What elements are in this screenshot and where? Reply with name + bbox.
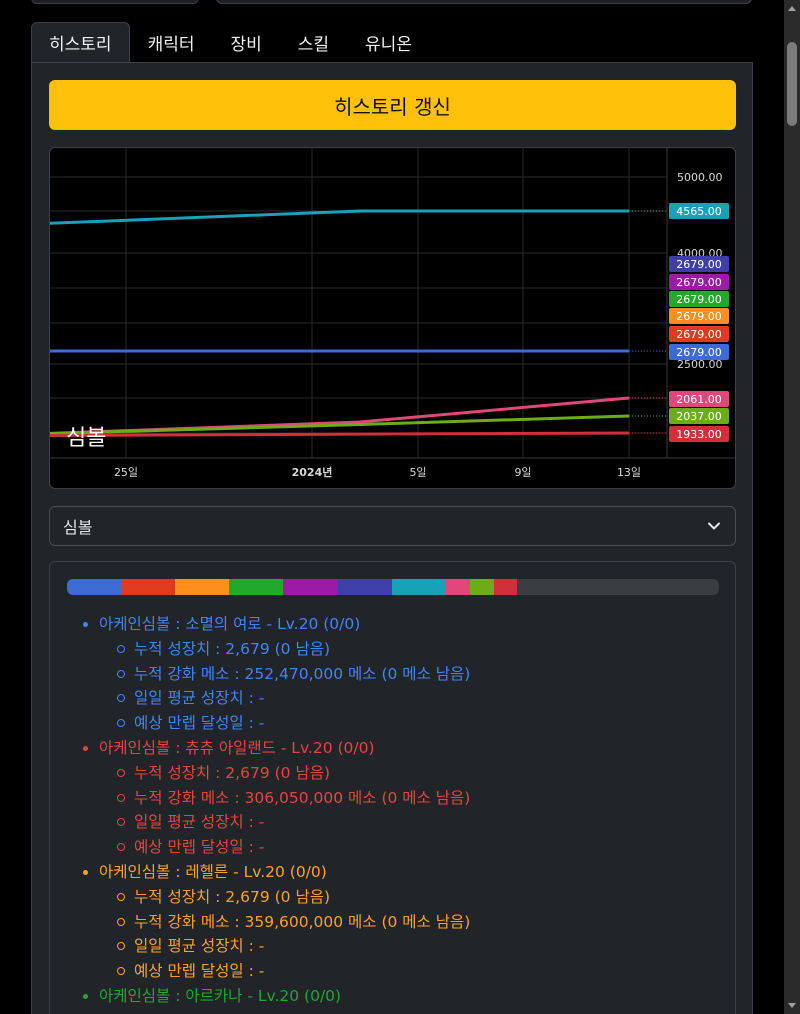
symbol-detail-list: 누적 성장치 : 2,679 (0 남음) 누적 강화 메소 : 359,600,… <box>99 885 719 984</box>
history-refresh-button[interactable]: 히스토리 갱신 <box>49 80 736 130</box>
tab-equipment[interactable]: 장비 <box>212 22 279 63</box>
series-value-label: 2679.00 <box>676 310 722 323</box>
symbol-item: 아케인심볼 : 아르카나 - Lv.20 (0/0) <box>83 984 719 1009</box>
tab-history[interactable]: 히스토리 <box>31 22 130 63</box>
symbol-detail-line: 누적 강화 메소 : 306,050,000 메소 (0 메소 남음) <box>117 786 719 811</box>
symbol-detail-line: 일일 평균 성장치 : - <box>117 934 719 959</box>
progress-segment <box>121 579 176 595</box>
symbol-title: 아케인심볼 : 소멸의 여로 - Lv.20 (0/0) <box>99 615 361 633</box>
symbol-item: 아케인심볼 : 소멸의 여로 - Lv.20 (0/0) 누적 성장치 : 2,6… <box>83 612 719 736</box>
select-value: 심볼 <box>63 518 93 537</box>
progress-segment <box>391 579 446 595</box>
scroll-thumb[interactable] <box>787 42 797 126</box>
series-line <box>50 414 630 436</box>
top-field-right[interactable] <box>216 0 752 4</box>
symbol-detail-line: 누적 강화 메소 : 359,600,000 메소 (0 메소 남음) <box>117 910 719 935</box>
progress-segment <box>229 579 284 595</box>
scroll-down-arrow-icon[interactable] <box>788 1003 796 1008</box>
symbol-detail-card: 아케인심볼 : 소멸의 여로 - Lv.20 (0/0) 누적 성장치 : 2,6… <box>49 561 736 1014</box>
symbol-history-chart[interactable]: 5000.004000.002500.001500.0025일2024년5일9일… <box>49 147 736 489</box>
symbol-title: 아케인심볼 : 레헬른 - Lv.20 (0/0) <box>99 862 327 881</box>
tab-union[interactable]: 유니온 <box>347 22 430 63</box>
chart-type-select[interactable]: 심볼 <box>49 506 736 546</box>
symbol-progress-bar <box>67 579 719 595</box>
chart-watermark: 심볼 <box>66 426 106 451</box>
scrollbar[interactable] <box>784 0 800 1014</box>
progress-segment <box>445 579 470 595</box>
symbol-detail-line: 누적 강화 메소 : 252,470,000 메소 (0 메소 남음) <box>117 662 719 687</box>
y-tick-label: 5000.00 <box>677 171 723 184</box>
progress-segment <box>493 579 518 595</box>
symbol-title: 아케인심볼 : 아르카나 - Lv.20 (0/0) <box>99 986 342 1005</box>
series-value-label: 2679.00 <box>676 328 722 341</box>
series-value-label: 4565.00 <box>676 205 722 218</box>
x-tick-label: 5일 <box>409 465 426 479</box>
symbol-detail-line: 일일 평균 성장치 : - <box>117 686 719 711</box>
symbol-title: 아케인심볼 : 츄츄 아일랜드 - Lv.20 (0/0) <box>99 738 375 757</box>
series-value-label: 2679.00 <box>676 276 722 289</box>
progress-segment <box>67 579 122 595</box>
top-field-left[interactable] <box>31 0 199 4</box>
progress-segment <box>283 579 338 595</box>
tab-character[interactable]: 캐릭터 <box>130 22 213 63</box>
symbol-list: 아케인심볼 : 소멸의 여로 - Lv.20 (0/0) 누적 성장치 : 2,6… <box>83 612 719 1009</box>
symbol-detail-line: 누적 성장치 : 2,679 (0 남음) <box>117 637 719 662</box>
tab-bar: 히스토리 캐릭터 장비 스킬 유니온 <box>31 22 430 63</box>
symbol-detail-list: 누적 성장치 : 2,679 (0 남음) 누적 강화 메소 : 252,470,… <box>99 637 719 736</box>
symbol-detail-line: 누적 성장치 : 2,679 (0 남음) <box>117 885 719 910</box>
series-value-label: 2679.00 <box>676 293 722 306</box>
x-tick-label: 25일 <box>114 465 138 479</box>
history-panel: 히스토리 갱신 5000.004000.002500.001500.0025일2… <box>31 62 753 1014</box>
symbol-item: 아케인심볼 : 츄츄 아일랜드 - Lv.20 (0/0) 누적 성장치 : 2,… <box>83 736 719 860</box>
series-line <box>50 209 629 225</box>
progress-segment <box>337 579 392 595</box>
progress-segment <box>175 579 230 595</box>
symbol-detail-list: 누적 성장치 : 2,679 (0 남음) 누적 강화 메소 : 306,050,… <box>99 761 719 860</box>
series-value-label: 2037.00 <box>676 410 722 423</box>
tab-skill[interactable]: 스킬 <box>280 22 347 63</box>
x-tick-label: 13일 <box>617 465 641 479</box>
series-value-label: 2679.00 <box>676 258 722 271</box>
series-line <box>50 396 630 435</box>
symbol-detail-line: 일일 평균 성장치 : - <box>117 810 719 835</box>
x-tick-label: 2024년 <box>292 465 333 479</box>
symbol-detail-line: 누적 성장치 : 2,679 (0 남음) <box>117 761 719 786</box>
chart-canvas: 5000.004000.002500.001500.0025일2024년5일9일… <box>50 148 735 479</box>
symbol-detail-line: 예상 만렙 달성일 : - <box>117 711 719 736</box>
series-value-label: 2061.00 <box>676 393 722 406</box>
symbol-detail-line: 예상 만렙 달성일 : - <box>117 959 719 984</box>
symbol-item: 아케인심볼 : 레헬른 - Lv.20 (0/0) 누적 성장치 : 2,679 … <box>83 860 719 984</box>
x-tick-label: 9일 <box>514 465 531 479</box>
progress-segment <box>469 579 494 595</box>
series-value-label: 2679.00 <box>676 346 722 359</box>
scroll-up-arrow-icon[interactable] <box>788 6 796 11</box>
series-value-label: 1933.00 <box>676 428 722 441</box>
chevron-down-icon <box>708 522 720 530</box>
symbol-detail-line: 예상 만렙 달성일 : - <box>117 835 719 860</box>
